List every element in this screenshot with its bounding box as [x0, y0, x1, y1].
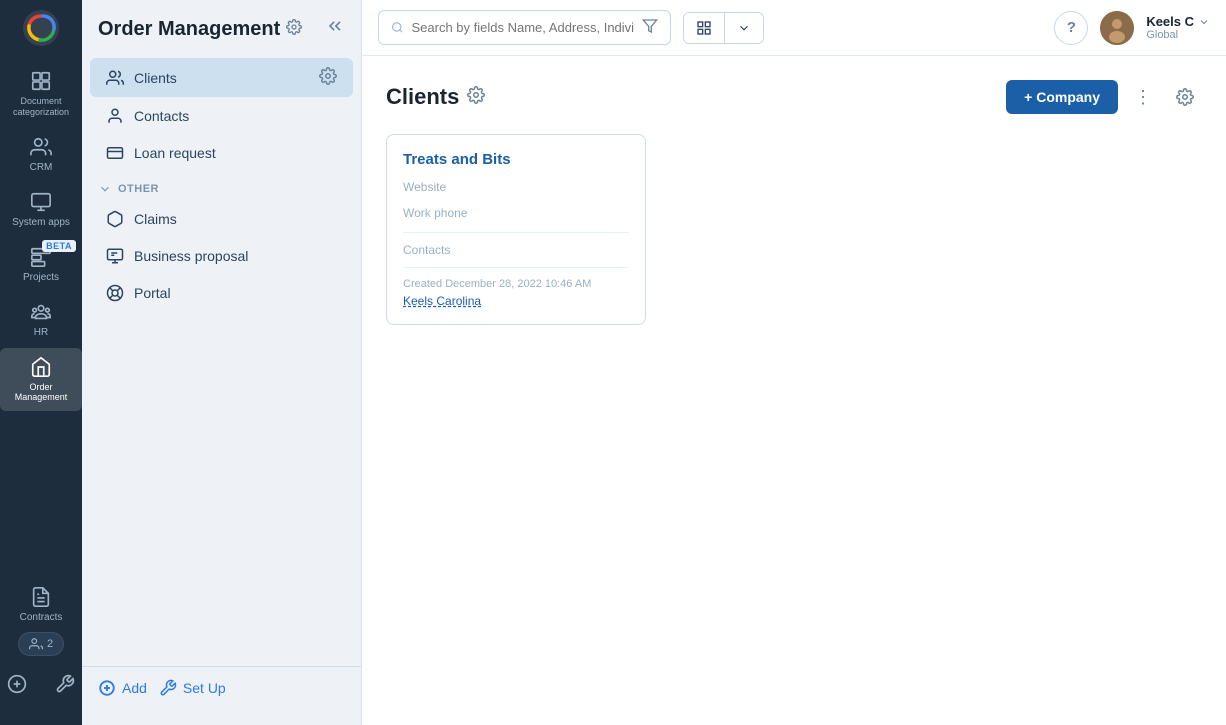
client-card-work-phone: Work phone — [403, 206, 629, 220]
content-header: Clients + Company ⋮ — [386, 80, 1202, 114]
view-dropdown-button[interactable] — [725, 14, 763, 42]
setup-button[interactable]: Set Up — [159, 679, 226, 697]
sidebar-item-portal[interactable]: Portal — [90, 275, 353, 311]
sidebar-item-hr[interactable]: HR — [0, 293, 82, 346]
sidebar-item-crm[interactable]: CRM — [0, 128, 82, 181]
client-card-website: Website — [403, 180, 629, 194]
users-badge-button[interactable]: 2 — [18, 632, 64, 656]
client-card-name[interactable]: Treats and Bits — [403, 151, 629, 168]
topbar: ? Keels C Global — [362, 0, 1226, 56]
sidebar-footer: Add Set Up — [82, 666, 361, 709]
main-content: ? Keels C Global Clients — [362, 0, 1226, 725]
sidebar-header: Order Management — [82, 16, 361, 57]
client-card-contacts-label: Contacts — [403, 243, 629, 257]
user-name: Keels C — [1146, 14, 1210, 29]
search-input[interactable] — [412, 20, 634, 35]
add-company-button[interactable]: + Company — [1006, 80, 1118, 114]
client-card-created: Created December 28, 2022 10:46 AM — [403, 278, 629, 290]
client-card-created-by[interactable]: Keels Carolina — [403, 294, 629, 308]
clients-gear-icon[interactable] — [319, 67, 337, 88]
user-info[interactable]: Keels C Global — [1146, 14, 1210, 41]
icon-bar: Document categorization CRM System apps … — [0, 0, 82, 725]
other-section-label[interactable]: OTHER — [82, 172, 361, 200]
beta-badge: BETA — [42, 240, 76, 252]
sidebar-item-contracts[interactable]: Contracts — [0, 578, 82, 631]
user-org: Global — [1146, 29, 1210, 41]
sidebar-settings-icon[interactable] — [286, 18, 302, 40]
sidebar-item-projects[interactable]: BETA Projects — [0, 238, 82, 291]
sidebar: Order Management — [82, 0, 362, 725]
more-options-button[interactable]: ⋮ — [1126, 80, 1160, 114]
content-settings-icon[interactable] — [467, 84, 485, 110]
sidebar-item-business-proposal[interactable]: Business proposal — [90, 238, 353, 274]
sidebar-item-loan-request[interactable]: Loan request — [90, 135, 353, 171]
sidebar-nav: Clients Contacts Loan request — [82, 57, 361, 666]
view-settings-button[interactable] — [1168, 80, 1202, 114]
card-divider-2 — [403, 267, 629, 268]
sidebar-item-order-management[interactable]: Order Management — [0, 348, 82, 412]
add-nav-button[interactable]: Add — [98, 679, 147, 697]
sidebar-item-claims[interactable]: Claims — [90, 201, 353, 237]
view-toggle — [683, 12, 764, 44]
sidebar-item-system-apps[interactable]: System apps — [0, 183, 82, 236]
search-box[interactable] — [378, 10, 671, 45]
card-divider — [403, 232, 629, 233]
content-area: Clients + Company ⋮ — [362, 56, 1226, 725]
filter-icon[interactable] — [642, 18, 658, 37]
client-card: Treats and Bits Website Work phone Conta… — [386, 134, 646, 325]
grid-view-button[interactable] — [684, 13, 724, 43]
sidebar-item-contacts[interactable]: Contacts — [90, 98, 353, 134]
sidebar-item-clients[interactable]: Clients — [90, 58, 353, 97]
collapse-sidebar-button[interactable] — [325, 16, 345, 41]
avatar[interactable] — [1100, 11, 1134, 45]
help-button[interactable]: ? — [1054, 11, 1088, 45]
add-button[interactable] — [1, 668, 33, 705]
search-icon — [391, 20, 404, 35]
wrench-icon[interactable] — [49, 668, 81, 705]
app-logo[interactable] — [21, 8, 61, 53]
sidebar-item-document-categorization[interactable]: Document categorization — [0, 62, 82, 126]
content-actions: + Company ⋮ — [1006, 80, 1202, 114]
content-title: Clients — [386, 84, 485, 110]
sidebar-title: Order Management — [98, 17, 302, 41]
